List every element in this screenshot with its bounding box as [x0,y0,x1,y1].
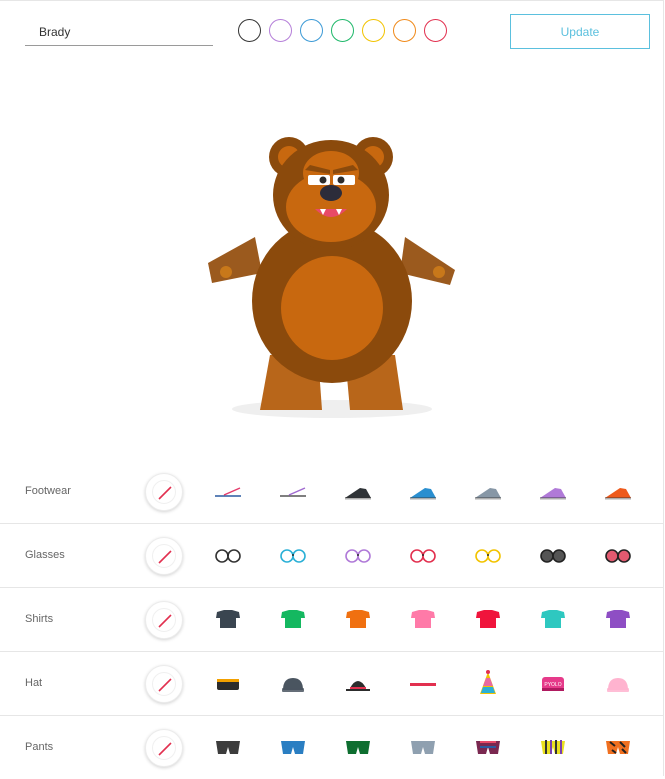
glasses-purple-icon[interactable] [342,540,374,572]
shorts-light-icon[interactable] [407,732,439,764]
remove-hat-button[interactable] [145,665,183,703]
shirt-slate-icon[interactable] [212,604,244,636]
category-row-hat: Hat PYOLO [0,652,664,716]
cap-dark-icon[interactable] [212,668,244,700]
party-hat-icon[interactable] [472,668,504,700]
category-row-glasses: Glasses [0,524,664,588]
headband-red-icon[interactable] [407,668,439,700]
shoe-orange-icon[interactable] [602,476,634,508]
category-label: Footwear [25,485,71,497]
color-swatch-4[interactable] [331,19,354,42]
category-row-shirts: Shirts [0,588,664,652]
shorts-green-icon[interactable] [342,732,374,764]
shirt-pink-icon[interactable] [407,604,439,636]
glasses-cyan-icon[interactable] [277,540,309,572]
shorts-dark-icon[interactable] [212,732,244,764]
bowler-hat-icon[interactable] [342,668,374,700]
shirt-purple-icon[interactable] [602,604,634,636]
update-button[interactable]: Update [510,14,650,49]
remove-footwear-button[interactable] [145,473,183,511]
no-item-icon [158,614,172,628]
remove-glasses-button[interactable] [145,537,183,575]
beanie-pink-icon[interactable] [602,668,634,700]
no-item-icon [158,678,172,692]
remove-shirts-button[interactable] [145,601,183,639]
glasses-black-icon[interactable] [212,540,244,572]
no-item-icon [158,742,172,756]
customization-panel: Footwear Glasses Shirts Hat PYOLO Pants [0,460,664,779]
color-swatch-1[interactable] [238,19,261,42]
shorts-stars-icon[interactable] [472,732,504,764]
remove-pants-button[interactable] [145,729,183,767]
category-row-pants: Pants [0,716,664,779]
svg-text:PYOLO: PYOLO [544,682,561,688]
glasses-yellow-icon[interactable] [472,540,504,572]
category-label: Shirts [25,613,54,625]
category-label: Pants [25,741,54,753]
shoe-gray-icon[interactable] [472,476,504,508]
sunglasses-gray-icon[interactable] [537,540,569,572]
color-swatch-7[interactable] [424,19,447,42]
shoe-blue-icon[interactable] [407,476,439,508]
shirt-orange-icon[interactable] [342,604,374,636]
color-swatch-2[interactable] [269,19,292,42]
flip-flop-pink-icon[interactable] [212,476,244,508]
category-label: Hat [25,677,43,689]
shoe-lilac-icon[interactable] [537,476,569,508]
pyolo-cap-icon[interactable]: PYOLO [537,668,569,700]
color-swatch-6[interactable] [393,19,416,42]
shirt-red-icon[interactable] [472,604,504,636]
shorts-tiger-icon[interactable] [602,732,634,764]
name-input[interactable] [25,18,213,46]
bear-avatar [208,137,455,418]
shirt-teal-icon[interactable] [537,604,569,636]
color-swatch-5[interactable] [362,19,385,42]
shorts-blue-icon[interactable] [277,732,309,764]
shorts-stripes-icon[interactable] [537,732,569,764]
beanie-gray-icon[interactable] [277,668,309,700]
shirt-green-icon[interactable] [277,604,309,636]
no-item-icon [158,550,172,564]
flip-flop-purple-icon[interactable] [277,476,309,508]
shoe-dark-icon[interactable] [342,476,374,508]
no-item-icon [158,486,172,500]
color-swatch-3[interactable] [300,19,323,42]
glasses-red-icon[interactable] [407,540,439,572]
category-label: Glasses [25,549,65,561]
sunglasses-pink-icon[interactable] [602,540,634,572]
category-row-footwear: Footwear [0,460,664,524]
